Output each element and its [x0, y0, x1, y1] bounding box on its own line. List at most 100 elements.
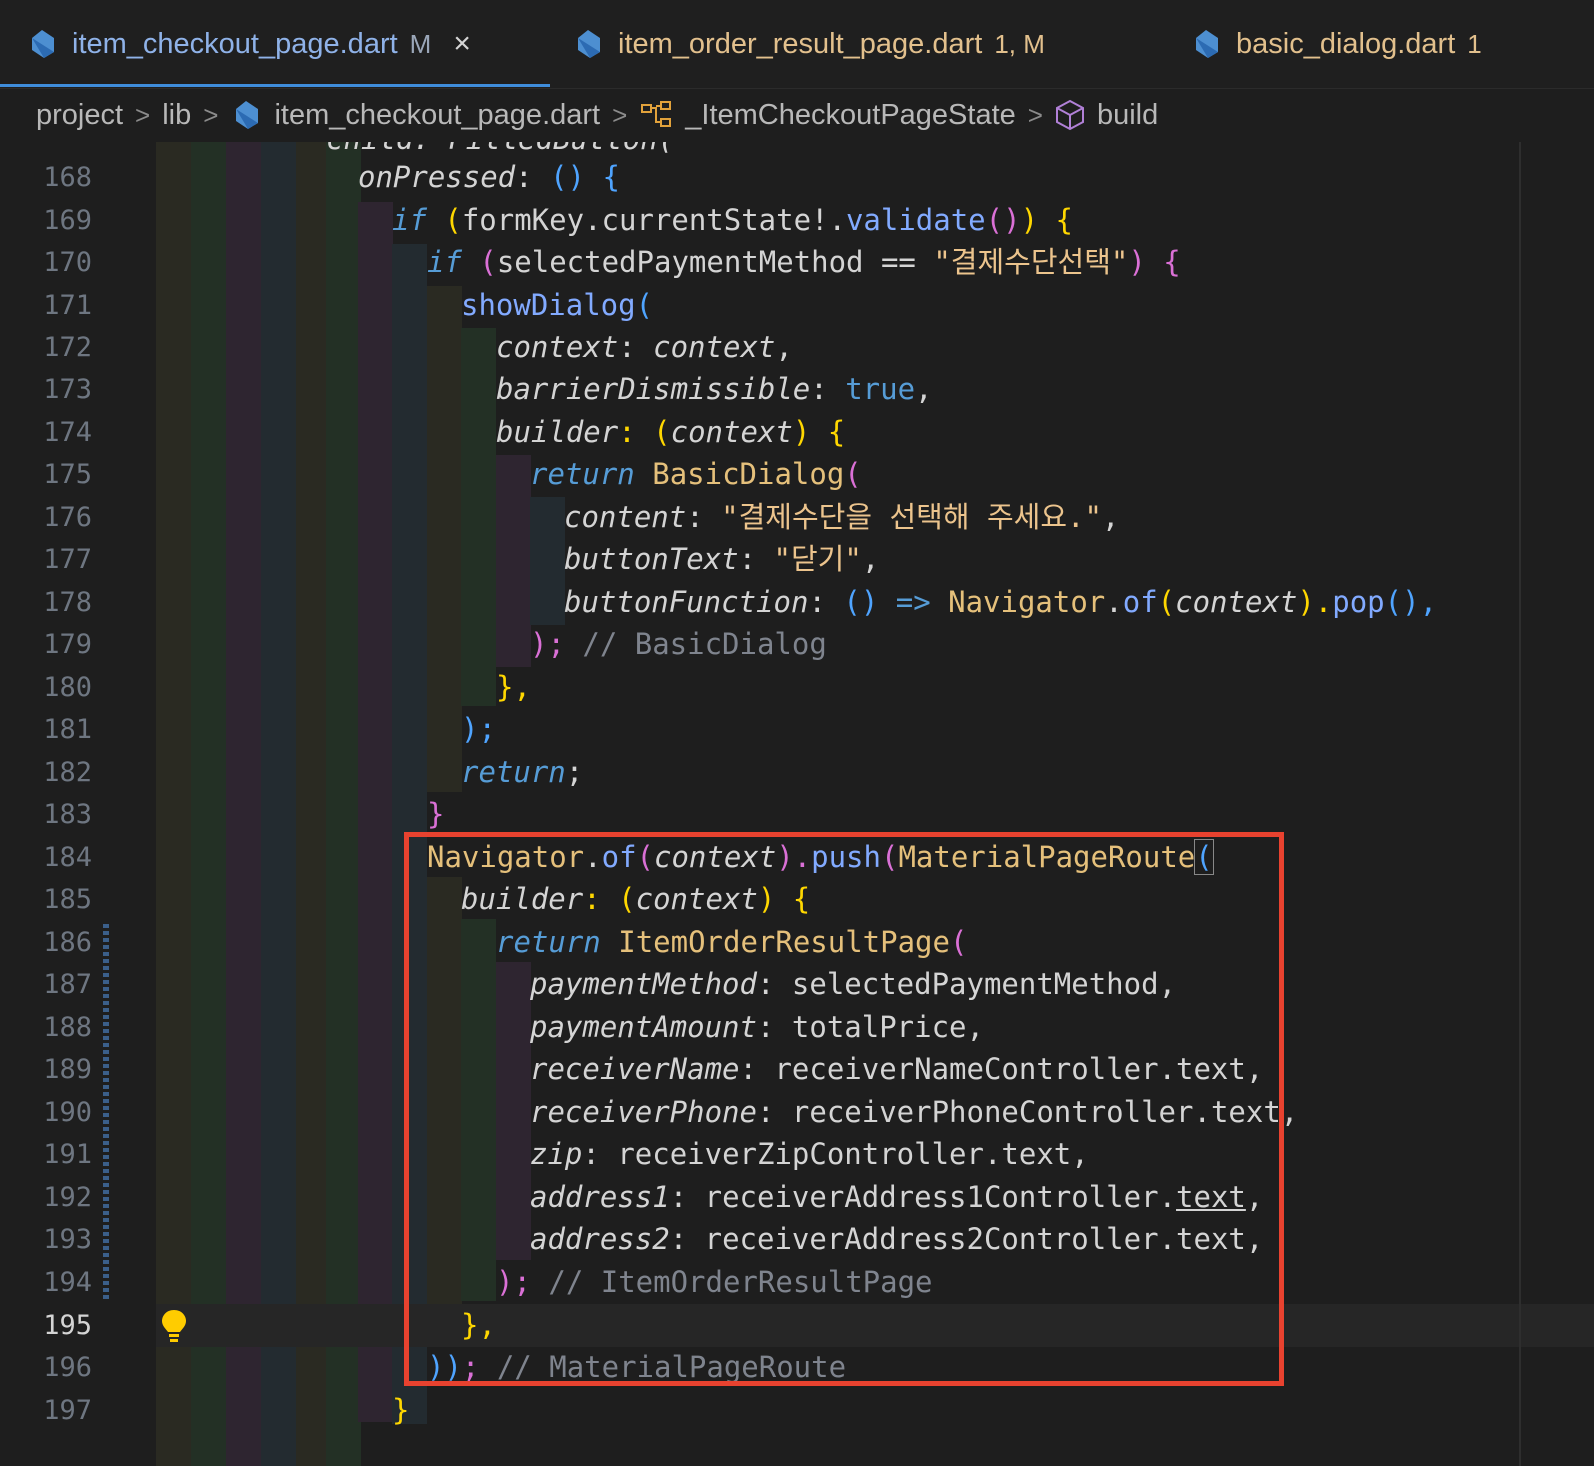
code-line-175: return BasicDialog(	[530, 457, 862, 491]
line-number: 175	[43, 459, 92, 490]
code-line-172: context: context,	[496, 330, 793, 364]
code-line-177: buttonText: "닫기",	[564, 542, 880, 576]
line-number: 173	[43, 374, 92, 405]
code-line-179: ); // BasicDialog	[530, 627, 827, 661]
dart-file-icon	[32, 30, 54, 58]
ruler-line	[1519, 142, 1521, 1466]
dart-file-icon	[578, 30, 600, 58]
breadcrumb-project[interactable]: project	[36, 99, 123, 132]
indent-guide	[358, 202, 393, 1422]
close-icon[interactable]: ×	[453, 27, 471, 61]
tab-badge: 1	[1467, 28, 1482, 59]
line-number: 172	[43, 332, 92, 363]
chevron-right-icon: >	[135, 99, 151, 130]
indent-guide	[461, 919, 496, 1301]
code-line-169: if (formKey.currentState!.validate()) {	[392, 203, 1073, 237]
active-tab-indicator	[0, 84, 550, 87]
code-line-195: },	[461, 1308, 496, 1342]
line-number: 189	[43, 1054, 92, 1085]
code-line-194: ); // ItemOrderResultPage	[496, 1265, 933, 1299]
line-number: 196	[43, 1352, 92, 1383]
code-line-183: }	[427, 797, 445, 831]
line-number: 185	[43, 884, 92, 915]
line-number: 170	[43, 247, 92, 278]
code-line-182: return;	[461, 755, 584, 789]
code-line-196: )); // MaterialPageRoute	[427, 1350, 847, 1384]
tab-badge: 1, M	[994, 28, 1045, 59]
code-line-178: buttonFunction: () => Navigator.of(conte…	[564, 585, 1438, 619]
indent-guide	[496, 455, 531, 667]
tab-label: item_order_result_page.dart	[618, 27, 983, 60]
current-line-highlight	[156, 1304, 1594, 1347]
chevron-right-icon: >	[203, 99, 219, 130]
code-line-171: showDialog(	[461, 288, 654, 322]
indent-guide	[461, 328, 496, 706]
code-line-168: onPressed: () {	[358, 160, 620, 194]
line-number: 169	[43, 205, 92, 236]
code-line-181: );	[461, 712, 496, 746]
breadcrumb-class[interactable]: _ItemCheckoutPageState	[685, 99, 1015, 132]
indent-guide	[326, 142, 361, 1466]
git-diff-indicator	[103, 924, 109, 1302]
breadcrumb: project > lib > item_checkout_page.dart …	[0, 88, 1594, 142]
code-line-186: return ItemOrderResultPage(	[496, 925, 968, 959]
line-number: 193	[43, 1224, 92, 1255]
indent-guide	[530, 497, 565, 625]
code-line-189: receiverName: receiverNameController.tex…	[530, 1052, 1264, 1086]
indent-guide	[496, 962, 531, 1260]
code-line-190: receiverPhone: receiverPhoneController.t…	[530, 1095, 1299, 1129]
code-line-173: barrierDismissible: true,	[496, 372, 933, 406]
breadcrumb-lib[interactable]: lib	[162, 99, 191, 132]
line-number: 171	[43, 290, 92, 321]
line-number: 180	[43, 672, 92, 703]
line-number: 188	[43, 1012, 92, 1043]
breadcrumb-method[interactable]: build	[1097, 99, 1158, 132]
breadcrumb-file[interactable]: item_checkout_page.dart	[274, 99, 600, 132]
line-number: 191	[43, 1139, 92, 1170]
indent-guide	[427, 286, 462, 792]
code-line-170: if (selectedPaymentMethod == "결제수단선택") {	[427, 245, 1181, 279]
code-line-187: paymentMethod: selectedPaymentMethod,	[530, 967, 1177, 1001]
tab-badge: M	[409, 28, 432, 59]
code-line-193: address2: receiverAddress2Controller.tex…	[530, 1222, 1264, 1256]
indent-guide	[226, 142, 261, 1466]
code-line-188: paymentAmount: totalPrice,	[530, 1010, 984, 1044]
line-number: 176	[43, 502, 92, 533]
line-number: 183	[43, 799, 92, 830]
line-number: 197	[43, 1395, 92, 1426]
tab-basic-dialog[interactable]: basic_dialog.dart 1	[1190, 0, 1482, 88]
dart-file-icon	[236, 101, 259, 129]
line-number: 174	[43, 417, 92, 448]
lightbulb-icon[interactable]	[160, 1308, 188, 1344]
indent-guide	[427, 877, 462, 1343]
code-line-185: builder: (context) {	[461, 882, 811, 916]
line-number: 184	[43, 842, 92, 873]
chevron-right-icon: >	[1027, 99, 1043, 130]
indent-guide	[392, 244, 427, 1424]
line-number: 178	[43, 587, 92, 618]
line-number: 177	[43, 544, 92, 575]
symbol-class-icon	[641, 101, 672, 127]
code-line-174: builder: (context) {	[496, 415, 846, 449]
code-line-197: }	[392, 1393, 410, 1427]
line-number: 192	[43, 1182, 92, 1213]
chevron-right-icon: >	[612, 99, 628, 130]
tab-label: basic_dialog.dart	[1236, 27, 1456, 60]
code-editor[interactable]: child: FilledButton( 168 169 170 171 172…	[0, 142, 1594, 1466]
indent-guide	[191, 142, 226, 1466]
tab-item-checkout-page[interactable]: item_checkout_page.dart M ×	[26, 0, 471, 88]
tab-label: item_checkout_page.dart	[72, 27, 398, 60]
line-number-current: 195	[43, 1310, 92, 1341]
line-number: 190	[43, 1097, 92, 1128]
line-number: 186	[43, 927, 92, 958]
tab-bar: item_checkout_page.dart M × item_order_r…	[0, 0, 1594, 89]
code-line-176: content: "결제수단을 선택해 주세요.",	[564, 500, 1120, 534]
indent-guide	[156, 142, 191, 1466]
line-number: 194	[43, 1267, 92, 1298]
code-line-180: },	[496, 670, 531, 704]
tab-item-order-result-page[interactable]: item_order_result_page.dart 1, M	[572, 0, 1045, 88]
line-number: 168	[43, 162, 92, 193]
line-number: 179	[43, 629, 92, 660]
symbol-method-icon	[1055, 99, 1084, 131]
line-number: 182	[43, 757, 92, 788]
